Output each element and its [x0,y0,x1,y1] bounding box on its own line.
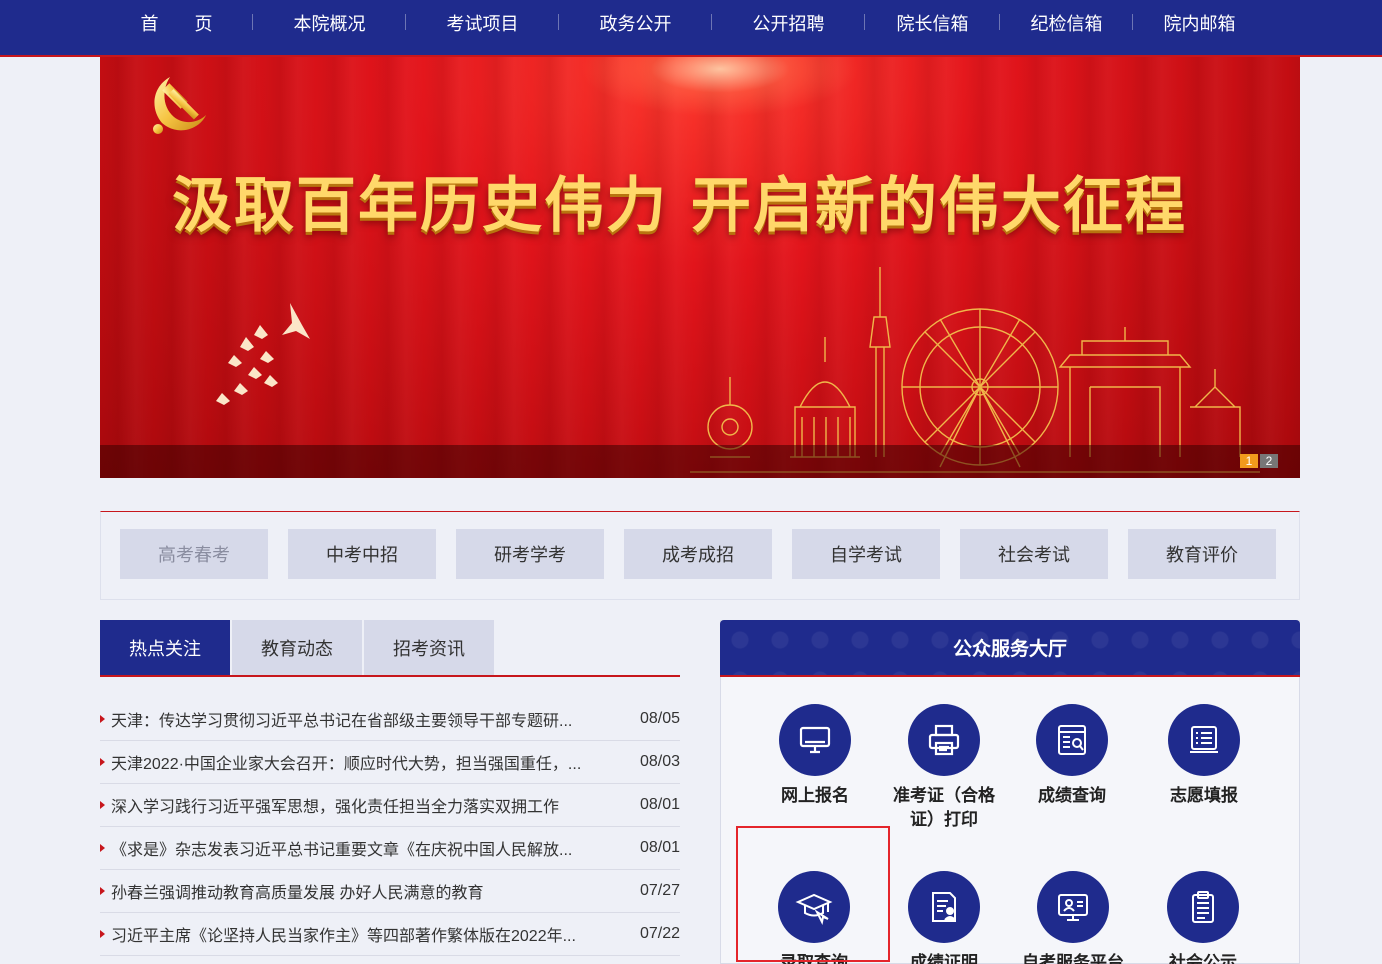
service-score-certificate[interactable]: 成绩证明 [884,871,1004,964]
nav-item-about[interactable]: 本院概况 [253,0,406,46]
bullet-triangle-icon [100,801,105,809]
category-chengkao[interactable]: 成考成招 [624,529,772,579]
banner-pager: 1 2 [1240,454,1278,468]
news-date: 07/22 [639,925,680,942]
banner-page-1[interactable]: 1 [1240,454,1258,468]
news-title[interactable]: 孙春兰强调推动教育高质量发展 办好人民满意的教育 [111,879,620,903]
service-label: 成绩查询 [1038,786,1106,805]
nav-item-internal-mail[interactable]: 院内邮箱 [1133,0,1266,46]
top-nav-bar: 首 页 本院概况 考试项目 政务公开 公开招聘 院长信箱 纪检信箱 院内邮箱 [0,0,1382,57]
news-item[interactable]: 《求是》杂志发表习近平总书记重要文章《在庆祝中国人民解放... 08/01 [100,827,680,870]
news-item[interactable]: 天津：传达学习贯彻习近平总书记在省部级主要领导干部专题研... 08/05 [100,698,680,741]
doves-icon [216,303,310,405]
bullet-triangle-icon [100,844,105,852]
list-form-icon [1168,704,1240,776]
bullet-triangle-icon [100,930,105,938]
news-title[interactable]: 习近平主席《论坚持人民当家作主》等四部著作繁体版在2022年... [111,922,620,946]
nav-item-affairs[interactable]: 政务公开 [559,0,712,46]
nav-item-discipline-mailbox[interactable]: 纪检信箱 [1000,0,1133,46]
service-hall-title: 公众服务大厅 [720,620,1300,677]
printer-icon [908,704,980,776]
service-admission-ticket-print[interactable]: 准考证（合格证）打印 [884,704,1004,832]
banner-page-2[interactable]: 2 [1260,454,1278,468]
news-date: 08/01 [639,839,680,856]
tab-hot-topics[interactable]: 热点关注 [100,620,230,675]
bullet-triangle-icon [100,715,105,723]
nav-item-president-mailbox[interactable]: 院长信箱 [865,0,1000,46]
news-date: 08/05 [639,710,680,727]
news-item[interactable]: 深入学习践行习近平强军思想，强化责任担当全力落实双拥工作 08/01 [100,784,680,827]
service-label: 准考证（合格证）打印 [893,786,995,829]
exam-category-panel: 高考春考 中考中招 研考学考 成考成招 自学考试 社会考试 教育评价 [100,511,1300,600]
bullet-triangle-icon [100,887,105,895]
category-zhongkao[interactable]: 中考中招 [288,529,436,579]
score-query-icon [1036,704,1108,776]
news-item[interactable]: 孙春兰强调推动教育高质量发展 办好人民满意的教育 07/27 [100,870,680,913]
service-online-registration[interactable]: 网上报名 [755,704,875,808]
service-label: 成绩证明 [910,953,978,964]
tab-exam-info[interactable]: 招考资讯 [364,620,494,675]
party-emblem-icon [153,77,206,134]
tab-edu-news[interactable]: 教育动态 [232,620,362,675]
banner-carousel[interactable]: 汲取百年历史伟力 开启新的伟大征程 1 2 [100,57,1300,478]
highlight-box [736,826,890,962]
bullet-triangle-icon [100,758,105,766]
news-list: 天津：传达学习贯彻习近平总书记在省部级主要领导干部专题研... 08/05 天津… [100,698,680,956]
banner-headline: 汲取百年历史伟力 开启新的伟大征程 [172,171,1187,241]
news-date: 07/27 [639,882,680,899]
service-label: 志愿填报 [1170,786,1238,805]
news-title[interactable]: 深入学习践行习近平强军思想，强化责任担当全力落实双拥工作 [111,793,620,817]
category-social-exams[interactable]: 社会考试 [960,529,1108,579]
news-date: 08/01 [639,796,680,813]
top-nav-menu: 首 页 本院概况 考试项目 政务公开 公开招聘 院长信箱 纪检信箱 院内邮箱 [100,0,1300,46]
sparkle-decoration [580,57,860,117]
monitor-icon [779,704,851,776]
category-edu-evaluation[interactable]: 教育评价 [1128,529,1276,579]
nav-item-exams[interactable]: 考试项目 [406,0,559,46]
category-yankao[interactable]: 研考学考 [456,529,604,579]
computer-user-icon [1037,871,1109,943]
news-item[interactable]: 天津2022·中国企业家大会召开：顺应时代大势，担当强国重任，... 08/03 [100,741,680,784]
news-tabs: 热点关注 教育动态 招考资讯 [100,620,680,677]
nav-item-home[interactable]: 首 页 [100,0,253,46]
news-title[interactable]: 《求是》杂志发表习近平总书记重要文章《在庆祝中国人民解放... [111,836,620,860]
news-title[interactable]: 天津：传达学习贯彻习近平总书记在省部级主要领导干部专题研... [111,707,620,731]
news-date: 08/03 [639,753,680,770]
service-score-query[interactable]: 成绩查询 [1012,704,1132,808]
news-title[interactable]: 天津2022·中国企业家大会召开：顺应时代大势，担当强国重任，... [111,750,620,774]
service-label: 自考服务平台 [1022,953,1124,964]
banner-caption-bar [100,445,1300,478]
service-application-filling[interactable]: 志愿填报 [1144,704,1264,808]
nav-item-recruitment[interactable]: 公开招聘 [712,0,865,46]
service-public-notice[interactable]: 社会公示 [1143,871,1263,964]
service-self-study-platform[interactable]: 自考服务平台 [1013,871,1133,964]
service-label: 网上报名 [781,786,849,805]
category-gaokao[interactable]: 高考春考 [120,529,268,579]
certificate-icon [908,871,980,943]
service-label: 社会公示 [1169,953,1237,964]
news-item[interactable]: 习近平主席《论坚持人民当家作主》等四部著作繁体版在2022年... 07/22 [100,913,680,956]
category-self-study[interactable]: 自学考试 [792,529,940,579]
clipboard-icon [1167,871,1239,943]
